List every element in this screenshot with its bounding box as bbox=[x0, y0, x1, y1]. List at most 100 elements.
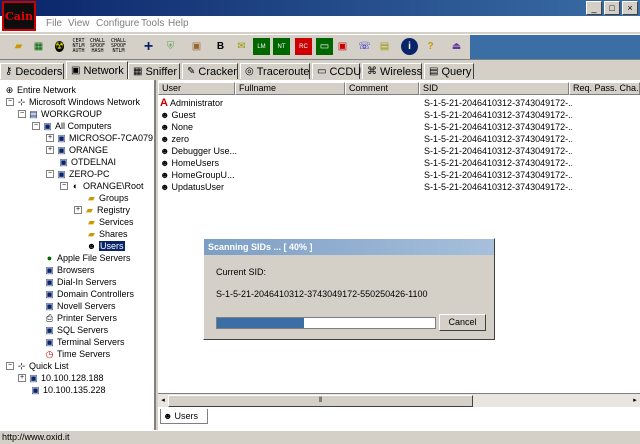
tab-cracker[interactable]: ✎ Cracker bbox=[182, 63, 238, 79]
tree-server-type[interactable]: ▣ Dial-In Servers bbox=[44, 276, 116, 288]
table-row[interactable]: ☻ Debugger Use... S-1-5-21-2046410312-3743… bbox=[158, 145, 572, 157]
rc-icon[interactable]: RC bbox=[295, 38, 312, 55]
scroll-thumb[interactable]: ⦀ bbox=[168, 395, 473, 407]
expand-icon[interactable]: + bbox=[46, 134, 54, 142]
tree-computer[interactable]: + ▣ MICROSOF-7CA079 bbox=[46, 132, 153, 144]
tree-users[interactable]: ☻ Users bbox=[86, 240, 125, 252]
collapse-icon[interactable]: − bbox=[60, 182, 68, 190]
network-icon[interactable]: ▦ bbox=[30, 38, 47, 55]
tree-server-type[interactable]: ▣ Terminal Servers bbox=[44, 336, 124, 348]
collapse-icon[interactable]: − bbox=[32, 122, 40, 130]
sid-cell: S-1-5-21-2046410312-3743049172-... bbox=[424, 170, 572, 180]
tab-network[interactable]: ▣ Network bbox=[66, 61, 128, 79]
tree-computer[interactable]: ▣ OTDELNAI bbox=[58, 156, 116, 168]
column-header-sid[interactable]: SID bbox=[419, 82, 569, 95]
cancel-button[interactable]: Cancel bbox=[439, 314, 486, 331]
help-icon[interactable]: ? bbox=[422, 38, 439, 55]
menu-configure[interactable]: Configure bbox=[96, 18, 139, 29]
chall-spoof-ntlm-button[interactable]: CHALL SPOOF NTLM bbox=[110, 38, 127, 55]
tree-orange-root[interactable]: − ◐ ORANGE\Root bbox=[60, 180, 144, 192]
tree-services[interactable]: ▰ Services bbox=[86, 216, 133, 228]
table-row[interactable]: ☻ UpdatusUser S-1-5-21-2046410312-37430491… bbox=[158, 181, 572, 193]
maximize-button[interactable]: □ bbox=[604, 1, 620, 15]
collapse-icon[interactable]: − bbox=[46, 170, 54, 178]
tree-groups[interactable]: ▰ Groups bbox=[86, 192, 128, 204]
cert-icon[interactable]: ✉ bbox=[233, 38, 250, 55]
info-icon[interactable]: i bbox=[401, 38, 418, 55]
close-button[interactable]: × bbox=[622, 1, 638, 15]
tree-server-type[interactable]: ● Apple File Servers bbox=[44, 252, 131, 264]
exit-icon[interactable]: ⏏ bbox=[448, 38, 465, 55]
minimize-button[interactable]: _ bbox=[586, 1, 602, 15]
column-header-req-pass[interactable]: Req. Pass. Cha... bbox=[569, 82, 640, 95]
tree-computer[interactable]: + ▣ ORANGE bbox=[46, 144, 108, 156]
tab-sniffer[interactable]: ▦ Sniffer bbox=[128, 63, 180, 79]
tcp-icon[interactable]: ▤ bbox=[376, 38, 393, 55]
expand-icon[interactable]: + bbox=[46, 146, 54, 154]
expand-icon[interactable]: + bbox=[74, 206, 82, 214]
tab-traceroute[interactable]: ◎ Traceroute bbox=[240, 63, 310, 79]
tree-server-type[interactable]: ▣ Domain Controllers bbox=[44, 288, 134, 300]
hash-icon[interactable]: ▣ bbox=[188, 38, 205, 55]
ntlm-icon[interactable]: NT bbox=[273, 38, 290, 55]
tree-server-type[interactable]: ▣ SQL Servers bbox=[44, 324, 108, 336]
network-tree[interactable]: ⊕ Entire Network − ⊹ Microsoft Windows Netw… bbox=[0, 80, 156, 430]
tree-registry[interactable]: + ▰ Registry bbox=[74, 204, 130, 216]
tree-shares[interactable]: ▰ Shares bbox=[86, 228, 128, 240]
open-icon[interactable]: ▰ bbox=[10, 38, 27, 55]
voip-icon[interactable]: ☏ bbox=[356, 38, 373, 55]
b64-icon[interactable]: B bbox=[212, 38, 229, 55]
ntlm-auth-button[interactable]: CERT NTLM AUTH bbox=[70, 38, 87, 55]
tree-server-type[interactable]: ◷ Time Servers bbox=[44, 348, 111, 360]
tree-entire-network[interactable]: ⊕ Entire Network bbox=[4, 84, 76, 96]
lm-icon[interactable]: LM bbox=[253, 38, 270, 55]
tab-wireless[interactable]: ⌘ Wireless bbox=[362, 63, 422, 79]
scroll-right-arrow[interactable]: ▸ bbox=[630, 395, 640, 407]
table-row[interactable]: A Administrator S-1-5-21-2046410312-374304… bbox=[158, 97, 572, 109]
tab-query[interactable]: ▤ Query bbox=[424, 63, 474, 79]
column-header-user[interactable]: User bbox=[158, 82, 235, 95]
workgroup-icon: ▤ bbox=[29, 109, 38, 119]
tree-server-type[interactable]: ▣ Novell Servers bbox=[44, 300, 115, 312]
menu-view[interactable]: View bbox=[68, 18, 90, 29]
chall-spoof-hash-button[interactable]: CHALL SPOOF HASH bbox=[89, 38, 106, 55]
menu-help[interactable]: Help bbox=[168, 18, 189, 29]
status-bar: http://www.oxid.it bbox=[0, 430, 640, 444]
user-icon: ☻ bbox=[163, 411, 173, 421]
scroll-left-arrow[interactable]: ◂ bbox=[158, 395, 168, 407]
expand-icon[interactable]: + bbox=[18, 374, 26, 382]
table-row[interactable]: ☻ HomeUsers S-1-5-21-2046410312-3743049172… bbox=[158, 157, 572, 169]
tree-label: 10.100.128.188 bbox=[41, 373, 104, 383]
plus-icon[interactable]: + bbox=[140, 38, 157, 55]
tree-computer[interactable]: − ▣ ZERO-PC bbox=[46, 168, 110, 180]
tab-decoders[interactable]: ⚷ Decoders bbox=[0, 63, 64, 79]
shield-icon[interactable]: ⛨ bbox=[162, 38, 179, 55]
tree-workgroup[interactable]: − ▤ WORKGROUP bbox=[18, 108, 102, 120]
tree-server-type[interactable]: ▣ Browsers bbox=[44, 264, 94, 276]
table-row[interactable]: ☻ None S-1-5-21-2046410312-3743049172-... bbox=[158, 121, 572, 133]
table-row[interactable]: ☻ zero S-1-5-21-2046410312-3743049172-... bbox=[158, 133, 572, 145]
tab-ccdu[interactable]: ▭ CCDU bbox=[312, 63, 361, 79]
wireless-icon[interactable]: ▣ bbox=[334, 38, 351, 55]
collapse-icon[interactable]: − bbox=[6, 98, 14, 106]
terminal-icon[interactable]: ▭ bbox=[316, 38, 333, 55]
menu-tools[interactable]: Tools bbox=[141, 18, 164, 29]
column-header-fullname[interactable]: Fullname bbox=[235, 82, 345, 95]
tree-quick-item[interactable]: ▣ 10.100.135.228 bbox=[30, 384, 105, 396]
tree-quick-item[interactable]: + ▣ 10.100.128.188 bbox=[18, 372, 104, 384]
column-header-comment[interactable]: Comment bbox=[345, 82, 419, 95]
user-cell: None bbox=[171, 122, 193, 132]
horizontal-scrollbar[interactable]: ◂ ⦀ ▸ bbox=[158, 393, 640, 407]
table-row[interactable]: ☻ Guest S-1-5-21-2046410312-3743049172-... bbox=[158, 109, 572, 121]
radiation-icon[interactable]: ☢ bbox=[51, 38, 68, 55]
tree-quick-list[interactable]: − ⊹ Quick List bbox=[6, 360, 69, 372]
tree-all-computers[interactable]: − ▣ All Computers bbox=[32, 120, 112, 132]
collapse-icon[interactable]: − bbox=[6, 362, 14, 370]
bottom-tab-users[interactable]: ☻ Users bbox=[160, 409, 208, 424]
collapse-icon[interactable]: − bbox=[18, 110, 26, 118]
tree-server-type[interactable]: ⎙ Printer Servers bbox=[44, 312, 117, 324]
table-row[interactable]: ☻ HomeGroupU... S-1-5-21-2046410312-374304… bbox=[158, 169, 572, 181]
menu-file[interactable]: File bbox=[46, 18, 62, 29]
user-icon: ☻ bbox=[160, 122, 170, 132]
tree-ms-network[interactable]: − ⊹ Microsoft Windows Network bbox=[6, 96, 140, 108]
